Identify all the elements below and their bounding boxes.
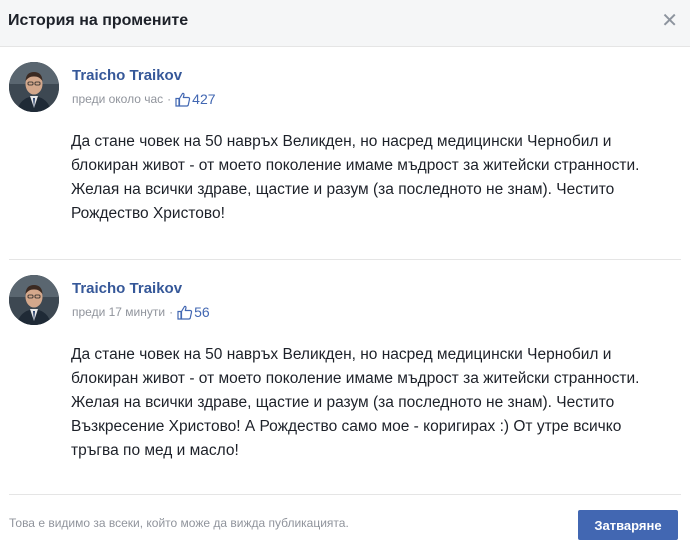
avatar-image <box>9 275 59 325</box>
post-meta: преди 17 минути · 56 <box>72 304 210 320</box>
post-timestamp[interactable]: преди около час <box>72 92 163 106</box>
footer-divider <box>9 494 681 495</box>
thumbs-up-icon <box>177 305 193 320</box>
thumbs-up-icon <box>175 92 191 107</box>
close-icon[interactable]: ✕ <box>661 11 678 31</box>
entry-divider <box>9 259 681 260</box>
edit-history-dialog: История на промените ✕ Traicho Traikov п… <box>0 0 690 550</box>
like-count[interactable]: 56 <box>177 304 210 320</box>
post-timestamp[interactable]: преди 17 минути <box>72 305 165 319</box>
avatar-image <box>9 62 59 112</box>
post-text: Да стане човек на 50 навръх Великден, но… <box>71 346 640 459</box>
like-count-value: 56 <box>194 304 210 320</box>
dialog-header: История на промените ✕ <box>0 0 690 47</box>
post-text: Да стане човек на 50 навръх Великден, но… <box>71 133 640 222</box>
avatar[interactable] <box>9 62 59 112</box>
author-name[interactable]: Traicho Traikov <box>72 280 182 297</box>
close-button[interactable]: Затваряне <box>578 510 678 540</box>
like-count[interactable]: 427 <box>175 91 216 107</box>
author-name[interactable]: Traicho Traikov <box>72 67 182 84</box>
avatar[interactable] <box>9 275 59 325</box>
meta-separator: · <box>167 92 172 106</box>
visibility-note: Това е видимо за всеки, който може да ви… <box>9 516 349 530</box>
like-count-value: 427 <box>192 91 216 107</box>
dialog-title: История на промените <box>8 12 189 29</box>
post-meta: преди около час · 427 <box>72 91 216 107</box>
meta-separator: · <box>169 305 174 319</box>
